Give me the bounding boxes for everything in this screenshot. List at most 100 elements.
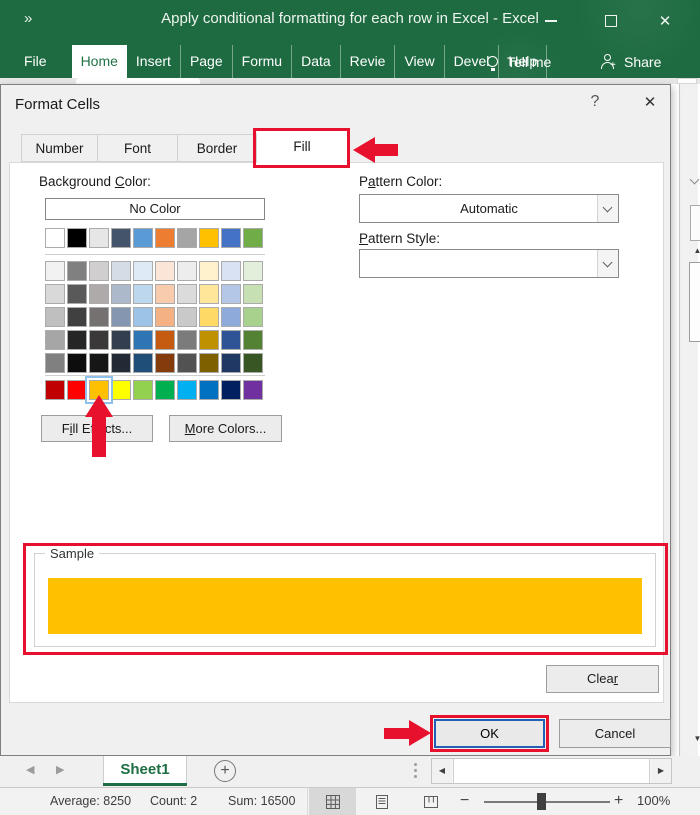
ribbon-tab-page[interactable]: Page (181, 45, 233, 78)
color-swatch[interactable] (111, 380, 131, 400)
normal-view-button[interactable] (309, 788, 356, 815)
color-swatch[interactable] (67, 307, 87, 327)
scroll-up-icon[interactable]: ▲ (689, 242, 700, 260)
color-swatch[interactable] (45, 353, 65, 373)
zoom-slider-track[interactable] (484, 801, 610, 803)
zoom-level[interactable]: 100% (637, 788, 670, 814)
color-swatch[interactable] (89, 330, 109, 350)
color-swatch[interactable] (155, 330, 175, 350)
ribbon-tab-revie[interactable]: Revie (341, 45, 396, 78)
color-swatch[interactable] (155, 380, 175, 400)
close-window-button[interactable]: ✕ (650, 8, 680, 34)
formula-bar-expand-icon[interactable] (689, 174, 700, 185)
tab-font[interactable]: Font (98, 134, 178, 162)
color-swatch[interactable] (67, 228, 87, 248)
color-swatch[interactable] (89, 307, 109, 327)
color-swatch[interactable] (177, 380, 197, 400)
color-swatch[interactable] (199, 353, 219, 373)
color-swatch[interactable] (45, 330, 65, 350)
color-swatch[interactable] (45, 307, 65, 327)
color-swatch[interactable] (89, 228, 109, 248)
color-swatch[interactable] (155, 261, 175, 281)
sheet-nav-right-icon[interactable]: ▶ (56, 763, 64, 776)
color-swatch[interactable] (221, 284, 241, 304)
dialog-close-button[interactable]: ✕ (637, 93, 663, 115)
no-color-button[interactable]: No Color (45, 198, 265, 220)
color-swatch[interactable] (221, 307, 241, 327)
vertical-scrollbar[interactable]: ▲ ▼ (679, 84, 700, 756)
color-swatch[interactable] (199, 307, 219, 327)
clear-button[interactable]: Clear (546, 665, 659, 693)
scrollbar-split-handle[interactable] (690, 205, 700, 241)
color-swatch[interactable] (199, 284, 219, 304)
color-swatch[interactable] (111, 284, 131, 304)
tab-border[interactable]: Border (178, 134, 257, 162)
color-swatch[interactable] (243, 330, 263, 350)
color-swatch[interactable] (177, 228, 197, 248)
color-swatch[interactable] (221, 228, 241, 248)
color-swatch[interactable] (177, 353, 197, 373)
color-swatch[interactable] (221, 261, 241, 281)
color-swatch[interactable] (243, 228, 263, 248)
color-swatch[interactable] (89, 353, 109, 373)
horizontal-scrollbar[interactable]: ◀ ▶ (431, 758, 672, 784)
color-swatch[interactable] (45, 284, 65, 304)
color-swatch[interactable] (221, 380, 241, 400)
color-swatch[interactable] (155, 228, 175, 248)
color-swatch[interactable] (133, 353, 153, 373)
zoom-out-button[interactable]: − (460, 788, 469, 814)
cancel-button[interactable]: Cancel (559, 719, 671, 748)
add-sheet-button[interactable]: + (214, 760, 236, 782)
color-swatch[interactable] (67, 261, 87, 281)
vertical-scroll-thumb[interactable] (689, 262, 700, 342)
ribbon-tab-home[interactable]: Home (71, 45, 127, 78)
horizontal-scroll-thumb[interactable] (453, 759, 650, 783)
scroll-left-icon[interactable]: ◀ (432, 759, 452, 783)
pattern-color-dropdown-button[interactable] (597, 195, 618, 222)
scroll-down-icon[interactable]: ▼ (689, 730, 700, 748)
color-swatch[interactable] (177, 284, 197, 304)
color-swatch[interactable] (155, 307, 175, 327)
minimize-button[interactable] (536, 8, 566, 34)
ribbon-tab-formu[interactable]: Formu (233, 45, 293, 78)
sheet-tab-sheet1[interactable]: Sheet1 (103, 756, 187, 784)
color-swatch[interactable] (67, 380, 87, 400)
splitter-dots-icon[interactable] (414, 763, 417, 778)
color-swatch[interactable] (177, 261, 197, 281)
color-swatch[interactable] (67, 330, 87, 350)
tell-me-control[interactable]: Tell me (487, 45, 551, 78)
color-swatch[interactable] (221, 353, 241, 373)
color-swatch[interactable] (45, 261, 65, 281)
page-break-preview-button[interactable] (407, 788, 454, 815)
pattern-style-dropdown-button[interactable] (597, 250, 618, 277)
ribbon-tab-view[interactable]: View (395, 45, 445, 78)
restore-button[interactable] (596, 8, 626, 34)
color-swatch[interactable] (199, 330, 219, 350)
color-swatch[interactable] (89, 284, 109, 304)
ribbon-tab-insert[interactable]: Insert (127, 45, 181, 78)
color-swatch[interactable] (199, 380, 219, 400)
color-swatch[interactable] (111, 307, 131, 327)
color-swatch[interactable] (243, 353, 263, 373)
color-swatch[interactable] (89, 261, 109, 281)
color-swatch[interactable] (133, 380, 153, 400)
tab-number[interactable]: Number (21, 134, 98, 162)
color-swatch[interactable] (243, 307, 263, 327)
quick-access-collapse-icon[interactable]: » (24, 10, 32, 27)
color-swatch[interactable] (133, 307, 153, 327)
ribbon-tab-data[interactable]: Data (292, 45, 341, 78)
color-swatch[interactable] (45, 380, 65, 400)
page-layout-view-button[interactable] (358, 788, 405, 815)
color-swatch[interactable] (155, 353, 175, 373)
color-swatch[interactable] (133, 228, 153, 248)
color-swatch[interactable] (67, 353, 87, 373)
color-swatch[interactable] (111, 353, 131, 373)
color-swatch[interactable] (199, 261, 219, 281)
zoom-slider-thumb[interactable] (537, 793, 546, 810)
color-swatch[interactable] (67, 284, 87, 304)
scroll-right-icon[interactable]: ▶ (651, 759, 671, 783)
color-swatch[interactable] (199, 228, 219, 248)
more-colors-button[interactable]: More Colors... (169, 415, 282, 442)
color-swatch[interactable] (111, 261, 131, 281)
color-swatch[interactable] (243, 284, 263, 304)
